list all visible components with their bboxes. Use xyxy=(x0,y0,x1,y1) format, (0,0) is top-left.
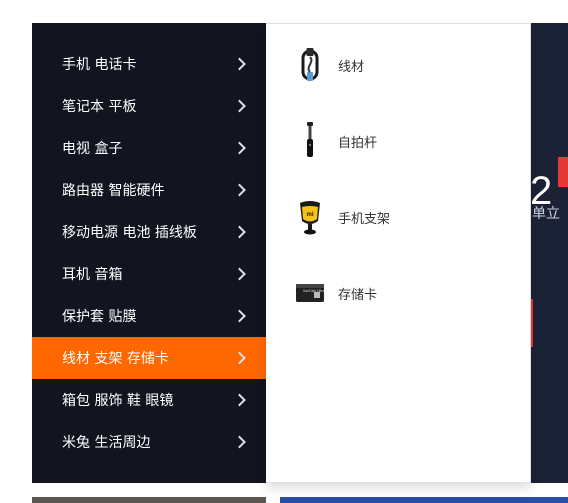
banner-accent xyxy=(558,157,568,187)
card-brand-text: SanDisk Ultra xyxy=(303,289,324,293)
category-item-cables[interactable]: 线材 支架 存储卡 xyxy=(32,337,266,379)
category-item-bags[interactable]: 箱包 服饰 鞋 眼镜 xyxy=(32,379,266,421)
category-label: 线材 支架 存储卡 xyxy=(62,351,169,367)
flyout-label: 线材 xyxy=(338,59,365,75)
category-label: 保护套 贴膜 xyxy=(62,309,137,325)
category-label: 电视 盒子 xyxy=(62,141,123,157)
chevron-right-icon xyxy=(233,267,246,281)
flyout-item-selfie-stick[interactable]: 自拍杆 xyxy=(290,121,490,161)
category-item-tv[interactable]: 电视 盒子 xyxy=(32,127,266,169)
flyout-label: 自拍杆 xyxy=(338,135,378,151)
memory-card-icon: SanDisk Ultra xyxy=(290,273,330,313)
flyout-item-cable[interactable]: 线材 xyxy=(290,45,490,85)
category-label: 箱包 服饰 鞋 眼镜 xyxy=(62,393,174,409)
category-label: 移动电源 电池 插线板 xyxy=(62,225,197,241)
category-label: 笔记本 平板 xyxy=(62,99,137,115)
chevron-right-icon xyxy=(233,57,246,71)
flyout-label: 存储卡 xyxy=(338,287,378,303)
svg-text:mi: mi xyxy=(306,212,313,218)
category-item-audio[interactable]: 耳机 音箱 xyxy=(32,253,266,295)
hero-banner[interactable]: 2 单立 xyxy=(530,23,568,483)
promo-tile-left[interactable] xyxy=(32,497,266,503)
chevron-right-icon xyxy=(233,351,246,365)
flyout-item-memory-card[interactable]: SanDisk Ultra 存储卡 xyxy=(290,273,490,313)
category-label: 米兔 生活周边 xyxy=(62,435,151,451)
category-label: 耳机 音箱 xyxy=(62,267,123,283)
chevron-right-icon xyxy=(233,435,246,449)
chevron-right-icon xyxy=(233,183,246,197)
category-label: 路由器 智能硬件 xyxy=(62,183,165,199)
category-item-cases[interactable]: 保护套 贴膜 xyxy=(32,295,266,337)
category-menu: 手机 电话卡 笔记本 平板 电视 盒子 路由器 智能硬件 移动电源 电池 插线板… xyxy=(32,23,266,483)
cable-icon xyxy=(290,45,330,85)
category-item-power[interactable]: 移动电源 电池 插线板 xyxy=(32,211,266,253)
category-label: 手机 电话卡 xyxy=(62,57,137,73)
category-item-router[interactable]: 路由器 智能硬件 xyxy=(32,169,266,211)
chevron-right-icon xyxy=(233,141,246,155)
phone-holder-icon: mi xyxy=(290,197,330,237)
chevron-right-icon xyxy=(233,225,246,239)
flyout-label: 手机支架 xyxy=(338,211,391,227)
selfie-stick-icon xyxy=(290,121,330,161)
category-flyout: 线材 自拍杆 mi 手机支架 SanDisk Ultra 存储卡 xyxy=(266,23,531,483)
chevron-right-icon xyxy=(233,393,246,407)
flyout-item-phone-holder[interactable]: mi 手机支架 xyxy=(290,197,490,237)
category-item-laptop[interactable]: 笔记本 平板 xyxy=(32,85,266,127)
category-item-phone[interactable]: 手机 电话卡 xyxy=(32,43,266,85)
chevron-right-icon xyxy=(233,309,246,323)
banner-subtitle: 单立 xyxy=(532,206,560,222)
category-item-lifestyle[interactable]: 米兔 生活周边 xyxy=(32,421,266,463)
promo-tile-right[interactable] xyxy=(280,497,568,503)
chevron-right-icon xyxy=(233,99,246,113)
